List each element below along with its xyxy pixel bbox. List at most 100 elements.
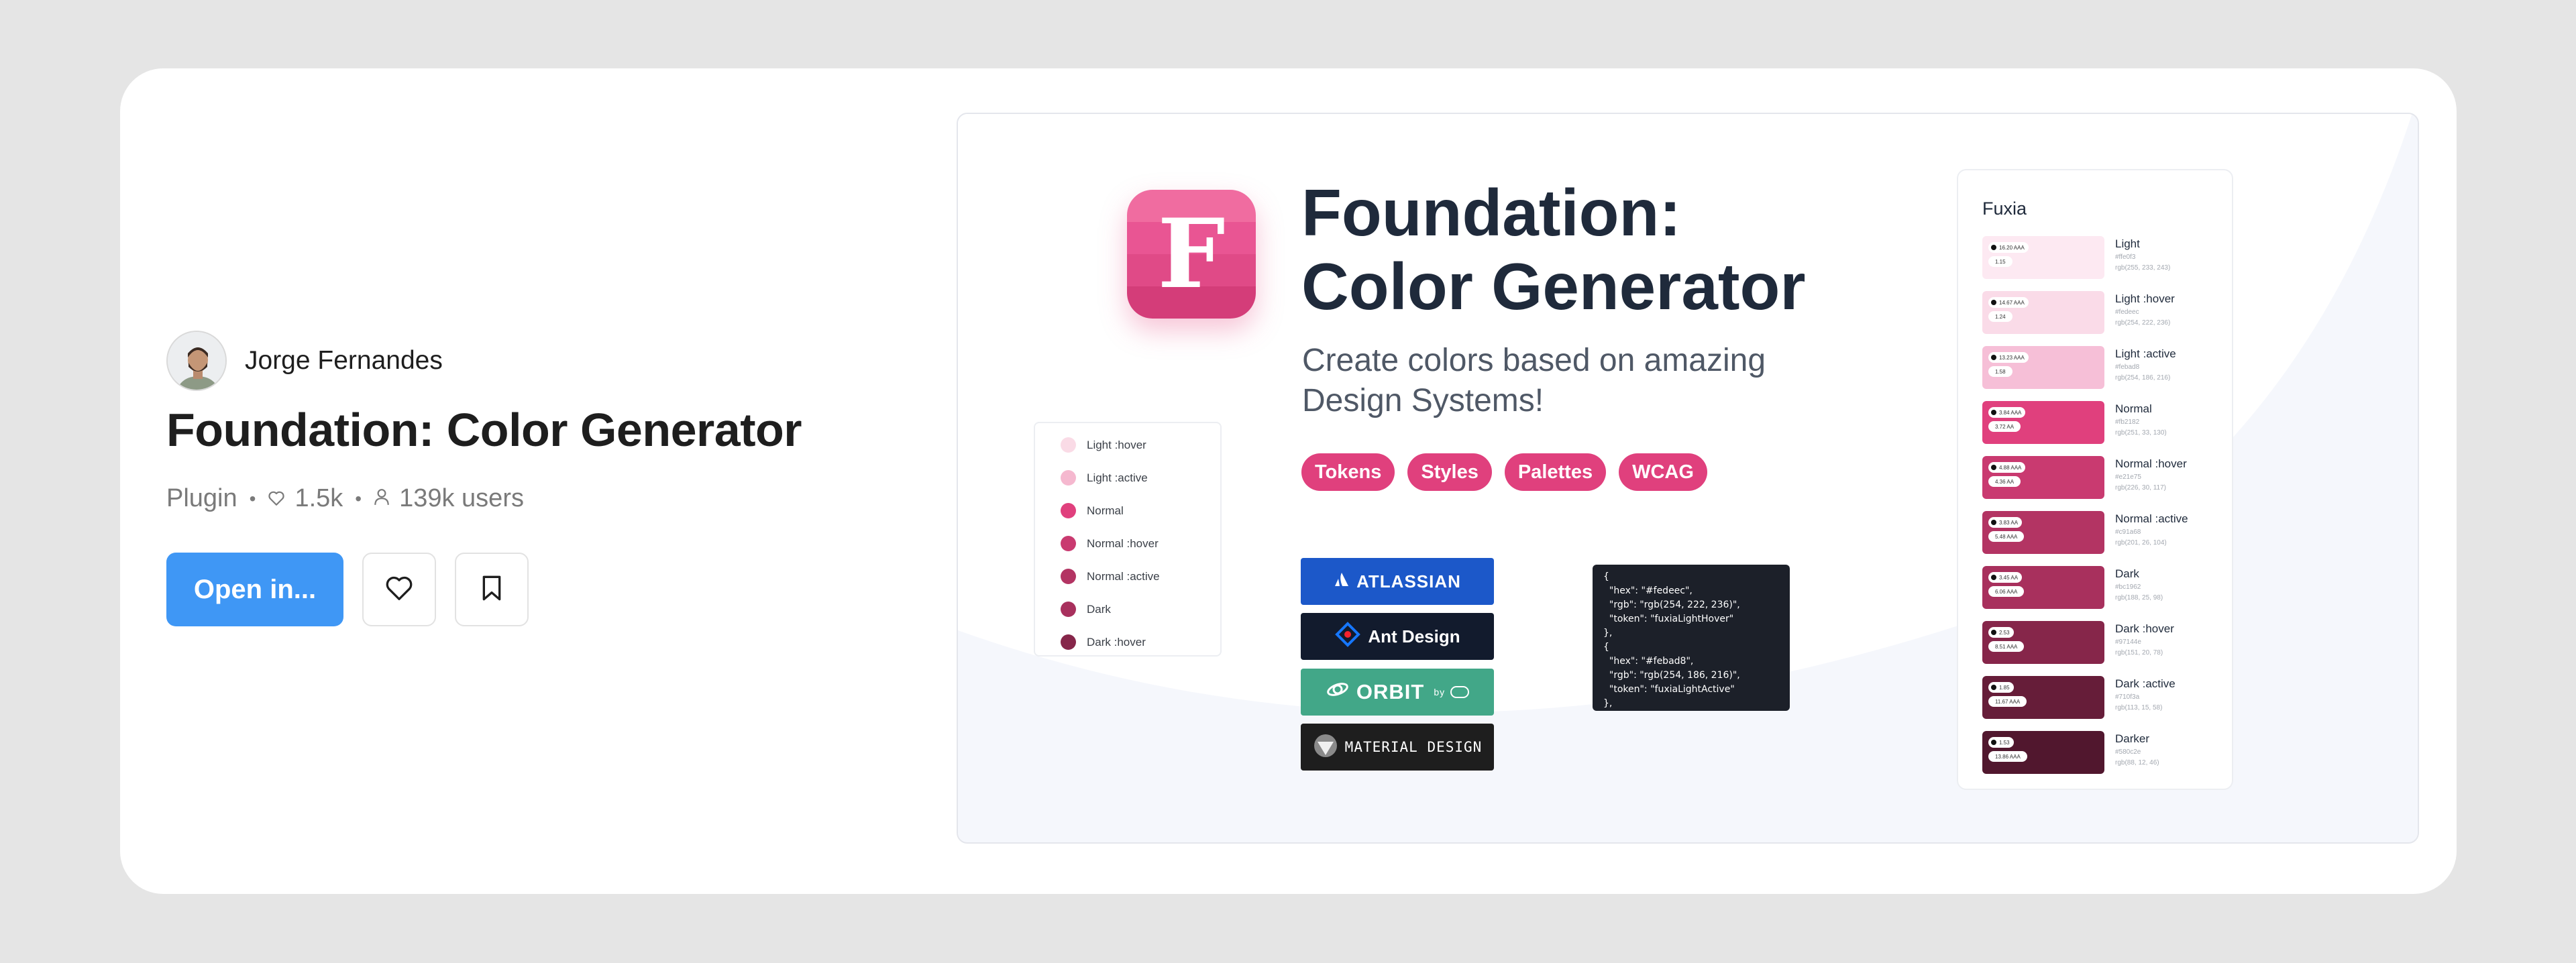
swatch-name: Normal [2115,402,2152,415]
contrast-badge: 1.58 [1988,366,2012,377]
ant-design-label: Ant Design [1368,626,1460,646]
list-item-label: Dark :hover [1087,635,1146,648]
plugin-title: Foundation: Color Generator [166,404,802,456]
color-dot [1061,536,1076,551]
contrast-badge: 3.72 AA [1988,421,2021,432]
list-item-label: Light :hover [1087,438,1146,451]
token-code-block: { "hex": "#fedeec", "rgb": "rgb(254, 222… [1593,565,1790,711]
swatch-rgb: rgb(88, 12, 46) [2115,759,2159,767]
atlassian-icon [1334,571,1356,592]
swatch-name: Dark :active [2115,677,2176,690]
swatch-rgb: rgb(251, 33, 130) [2115,429,2167,437]
color-dot [1061,503,1076,518]
tag-palettes: Palettes [1504,453,1607,491]
material-design-label: MATERIAL DESIGN [1344,739,1483,755]
tag-list: Tokens Styles Palettes WCAG [1301,453,1720,491]
swatch-row: 1.53 13.86 AAA Darker #580c2e rgb(88, 12… [1982,731,2210,774]
swatch-name: Light [2115,237,2140,250]
list-item: Dark :hover [1035,626,1220,659]
plugin-type: Plugin [166,484,237,512]
color-swatch: 2.53 8.51 AAA [1982,621,2104,664]
swatch-name: Normal :hover [2115,457,2187,470]
list-item: Light :active [1035,461,1220,494]
bookmark-icon [482,575,502,605]
color-dot [1061,569,1076,584]
author[interactable]: Jorge Fernandes [166,331,443,391]
list-item: Dark [1035,593,1220,626]
list-item-label: Normal :active [1087,569,1160,583]
user-count: 139k users [399,484,524,512]
color-dot [1061,437,1076,453]
avatar[interactable] [166,331,227,391]
contrast-badge: 4.36 AA [1988,476,2021,487]
user-icon [374,484,399,513]
contrast-badge: 1.15 [1988,256,2012,267]
atlassian-label: ATLASSIAN [1356,571,1461,591]
color-swatch: 4.88 AAA 4.36 AA [1982,456,2104,499]
contrast-badge: 6.06 AAA [1988,586,2025,597]
contrast-badge: 3.84 AAA [1988,407,2026,418]
swatch-hex: #fb2182 [2115,418,2140,426]
list-item: Normal :hover [1035,527,1220,560]
material-design-icon [1313,733,1345,762]
action-bar: Open in... [166,553,529,626]
cover-title-line1: Foundation: [1301,176,1682,249]
material-design-logo: MATERIAL DESIGN [1301,724,1494,771]
bookmark-button[interactable] [455,553,529,626]
author-name[interactable]: Jorge Fernandes [245,346,443,376]
swatch-rgb: rgb(254, 222, 236) [2115,319,2171,327]
contrast-badge: 3.83 AA [1988,517,2023,528]
ant-design-icon [1334,621,1368,653]
list-item-label: Light :active [1087,471,1148,484]
atlassian-logo: ATLASSIAN [1301,558,1494,605]
list-item: Light :hover [1035,429,1220,461]
swatch-name: Dark :hover [2115,622,2174,635]
contrast-badge: 13.23 AAA [1988,352,2029,363]
contrast-badge: 11.67 AAA [1988,696,2027,707]
contrast-badge: 4.88 AAA [1988,462,2026,473]
list-item-label: Normal :hover [1087,536,1159,550]
color-swatch: 1.53 13.86 AAA [1982,731,2104,774]
swatch-rgb: rgb(255, 233, 243) [2115,264,2171,272]
contrast-badge: 1.53 [1988,737,2014,748]
swatch-name: Dark [2115,567,2139,580]
swatch-hex: #e21e75 [2115,473,2141,481]
contrast-badge: 1.24 [1988,311,2012,322]
contrast-badge: 5.48 AAA [1988,531,2025,542]
orbit-logo: ORBIT by [1301,669,1494,716]
cover-title-line2: Color Generator [1301,249,1806,323]
open-in-button[interactable]: Open in... [166,553,343,626]
color-dot [1061,634,1076,650]
meta-separator: • [355,488,362,509]
contrast-badge: 16.20 AAA [1988,242,2029,253]
swatch-hex: #97144e [2115,638,2141,646]
swatch-row: 14.67 AAA 1.24 Light :hover #fedeec rgb(… [1982,291,2210,334]
ant-design-logo: Ant Design [1301,613,1494,660]
cover-subtitle: Create colors based on amazing Design Sy… [1302,343,1766,418]
tag-wcag: WCAG [1619,453,1707,491]
swatch-row: 16.20 AAA 1.15 Light #ffe0f3 rgb(255, 23… [1982,236,2210,279]
color-list-card: Light :hover Light :active Normal Normal… [1034,422,1222,657]
cover-image[interactable]: F Foundation: Color Generator Create col… [957,113,2419,844]
color-swatch: 3.45 AA 6.06 AAA [1982,566,2104,609]
color-swatch: 13.23 AAA 1.58 [1982,346,2104,389]
color-dot [1061,602,1076,617]
tag-styles: Styles [1407,453,1492,491]
like-button[interactable] [362,553,436,626]
swatch-hex: #bc1962 [2115,583,2141,591]
list-item: Normal :active [1035,560,1220,593]
orbit-by-label: by [1434,687,1446,697]
swatch-hex: #580c2e [2115,748,2141,756]
swatch-hex: #fedeec [2115,308,2139,316]
orbit-label: ORBIT [1356,680,1425,703]
contrast-badge: 2.53 [1988,627,2014,638]
color-swatch: 1.85 11.67 AAA [1982,676,2104,719]
contrast-badge: 13.86 AAA [1988,751,2027,762]
swatch-name: Darker [2115,732,2150,745]
like-count: 1.5k [294,484,343,512]
list-item: Normal [1035,494,1220,527]
color-swatch: 16.20 AAA 1.15 [1982,236,2104,279]
swatch-rgb: rgb(201, 26, 104) [2115,539,2167,547]
swatch-hex: #ffe0f3 [2115,253,2136,261]
swatch-row: 3.45 AA 6.06 AAA Dark #bc1962 rgb(188, 2… [1982,566,2210,609]
